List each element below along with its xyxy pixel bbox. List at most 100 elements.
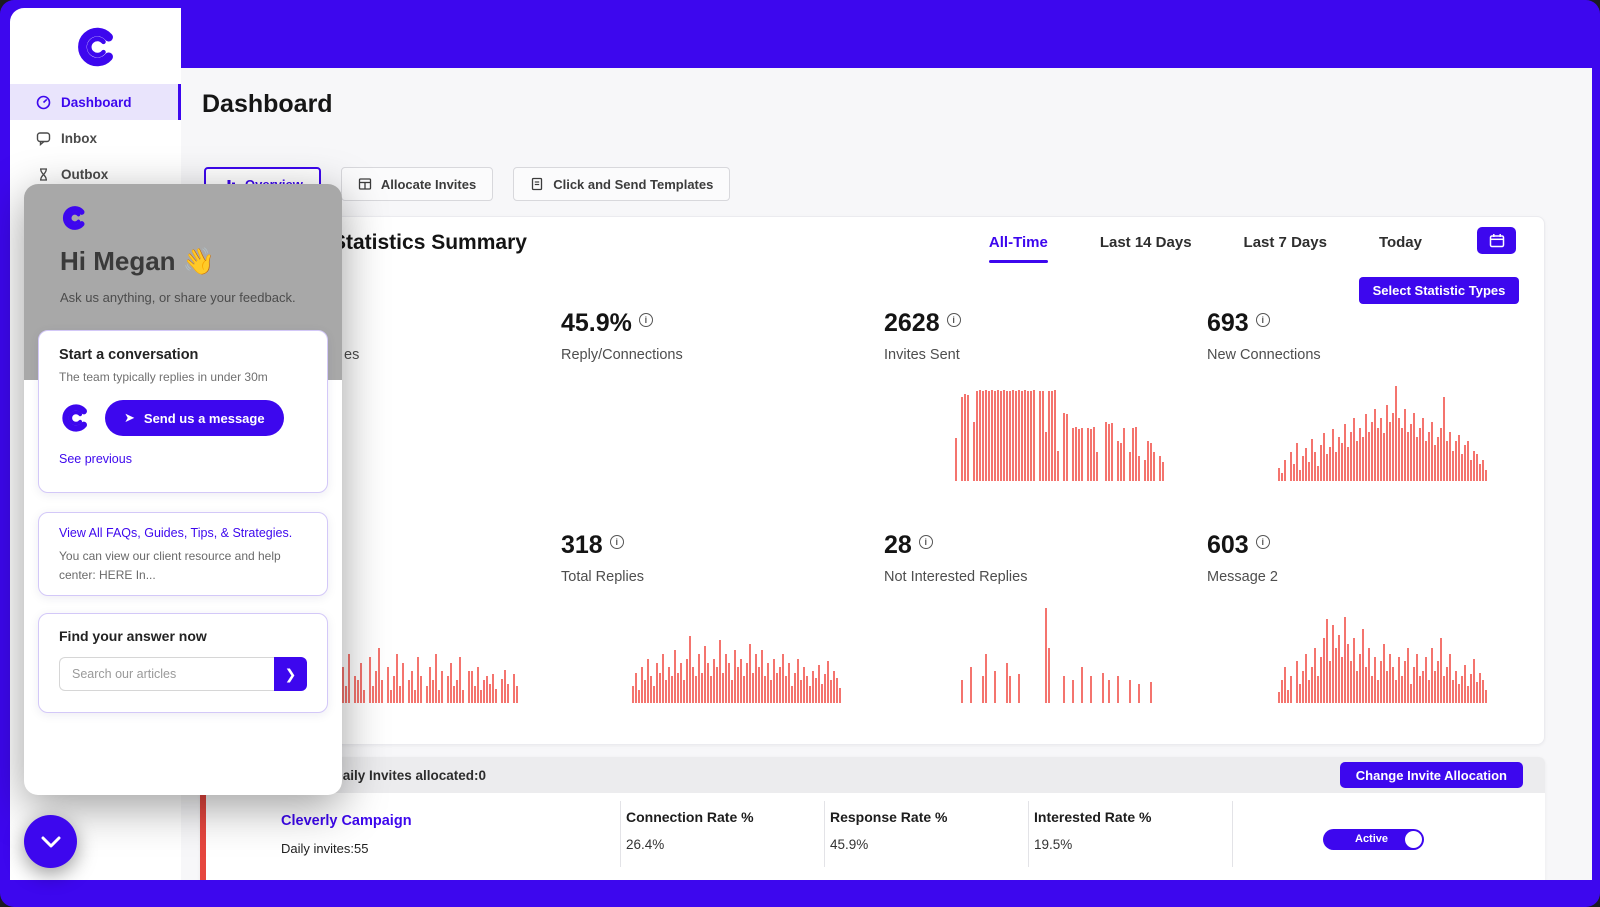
campaign-connection-rate: Connection Rate % 26.4% xyxy=(626,809,754,852)
info-icon[interactable]: i xyxy=(1256,535,1270,549)
info-icon[interactable]: i xyxy=(919,535,933,549)
document-icon xyxy=(530,177,544,191)
column-value: 26.4% xyxy=(626,837,754,852)
toggle-knob[interactable] xyxy=(1405,831,1422,848)
chat-bubble-icon xyxy=(36,131,51,146)
campaign-response-rate: Response Rate % 45.9% xyxy=(830,809,947,852)
conversation-card-title: Start a conversation xyxy=(59,347,307,363)
send-message-label: Send us a message xyxy=(144,411,265,426)
sparkline-chart xyxy=(955,386,1167,481)
sparkline-chart xyxy=(1278,386,1490,481)
column-divider xyxy=(824,801,825,867)
stat-cell: 2628i Invites Sent xyxy=(884,309,1167,481)
sidebar-item-label: Outbox xyxy=(61,167,108,182)
stat-label: es xyxy=(344,347,521,367)
paper-plane-icon: ➤ xyxy=(124,410,135,426)
sidebar-item-label: Dashboard xyxy=(61,95,132,110)
stat-value: 45.9%i xyxy=(561,309,844,339)
campaigns-section: Daily Invites allocated:0 Change Invite … xyxy=(200,757,1545,880)
search-articles-card: Find your answer now ❯ xyxy=(38,613,328,713)
cleverly-logo-icon xyxy=(73,24,119,70)
stat-label: Total Replies xyxy=(561,569,844,589)
view-faqs-link[interactable]: View All FAQs, Guides, Tips, & Strategie… xyxy=(59,526,307,540)
page-title: Dashboard xyxy=(202,90,333,119)
campaign-status-stripe xyxy=(200,793,206,880)
stat-cell: 45.9%i Reply/Connections xyxy=(561,309,844,367)
time-filter-last-7-days[interactable]: Last 7 Days xyxy=(1244,234,1327,263)
column-header: Connection Rate % xyxy=(626,809,754,825)
stat-value: 28i xyxy=(884,531,1167,561)
chat-minimize-button[interactable] xyxy=(24,815,77,868)
sidebar-item-label: Inbox xyxy=(61,131,97,146)
cleverly-logo xyxy=(10,8,181,84)
sidebar-nav: Dashboard Inbox Outbox xyxy=(10,84,181,192)
article-search-input[interactable] xyxy=(59,657,274,691)
calendar-icon xyxy=(1489,233,1505,248)
campaign-interested-rate: Interested Rate % 19.5% xyxy=(1034,809,1151,852)
chat-greeting: Hi Megan 👋 xyxy=(60,246,215,277)
time-filter-today[interactable]: Today xyxy=(1379,234,1422,263)
column-header: Response Rate % xyxy=(830,809,947,825)
search-card-title: Find your answer now xyxy=(59,628,307,644)
sidebar-item-inbox[interactable]: Inbox xyxy=(10,120,181,156)
info-icon[interactable]: i xyxy=(947,313,961,327)
invites-allocated-text: Daily Invites allocated:0 xyxy=(333,768,486,783)
chat-subtitle: Ask us anything, or share your feedback. xyxy=(60,290,296,305)
app-frame: Dashboard Inbox Outbox Dashboard xyxy=(0,0,1600,907)
stat-cell: 603i Message 2 xyxy=(1207,531,1490,703)
column-value: 45.9% xyxy=(830,837,947,852)
chevron-down-icon xyxy=(41,836,61,848)
sparkline-chart xyxy=(1278,608,1490,703)
invite-allocation-bar: Daily Invites allocated:0 Change Invite … xyxy=(200,757,1545,793)
tab-label: Click and Send Templates xyxy=(553,177,713,192)
stat-value: 603i xyxy=(1207,531,1490,561)
stat-value: 318i xyxy=(561,531,844,561)
stat-label: Reply/Connections xyxy=(561,347,844,367)
tab-label: Allocate Invites xyxy=(381,177,476,192)
stat-cell: 28i Not Interested Replies xyxy=(884,531,1167,703)
column-divider xyxy=(1028,801,1029,867)
column-header: Interested Rate % xyxy=(1034,809,1151,825)
column-divider xyxy=(1232,801,1233,867)
statistics-panel: Statistics Summary All-Time Last 14 Days… xyxy=(200,216,1545,745)
article-search-submit-button[interactable]: ❯ xyxy=(274,657,307,691)
send-message-button[interactable]: ➤ Send us a message xyxy=(105,400,284,436)
select-statistic-types-button[interactable]: Select Statistic Types xyxy=(1359,277,1519,304)
campaign-row: Cleverly Campaign Daily invites:55 Conne… xyxy=(200,793,1545,880)
time-filter-bar: All-Time Last 14 Days Last 7 Days Today xyxy=(989,234,1422,263)
info-icon[interactable]: i xyxy=(1256,313,1270,327)
tab-click-and-send-templates[interactable]: Click and Send Templates xyxy=(513,167,730,201)
dashboard-icon xyxy=(36,95,51,110)
stat-value: 2628i xyxy=(884,309,1167,339)
column-divider xyxy=(620,801,621,867)
info-icon[interactable]: i xyxy=(639,313,653,327)
stat-label: Not Interested Replies xyxy=(884,569,1167,589)
sparkline-chart xyxy=(955,608,1167,703)
tab-allocate-invites[interactable]: Allocate Invites xyxy=(341,167,493,201)
toggle-label: Active xyxy=(1355,833,1388,845)
main-content: Dashboard Overview Allocate Invites xyxy=(181,68,1592,880)
stat-label: New Connections xyxy=(1207,347,1490,367)
stat-cell: 318i Total Replies xyxy=(561,531,844,703)
cleverly-avatar xyxy=(59,402,91,434)
article-search-row: ❯ xyxy=(59,657,307,691)
cleverly-logo-small xyxy=(60,204,88,237)
campaign-name-link[interactable]: Cleverly Campaign xyxy=(281,813,412,829)
campaign-daily-invites: Daily invites:55 xyxy=(281,841,368,856)
column-value: 19.5% xyxy=(1034,837,1151,852)
time-filter-last-14-days[interactable]: Last 14 Days xyxy=(1100,234,1192,263)
hourglass-icon xyxy=(36,167,51,182)
change-invite-allocation-button[interactable]: Change Invite Allocation xyxy=(1340,762,1523,788)
faq-card: View All FAQs, Guides, Tips, & Strategie… xyxy=(38,512,328,596)
start-conversation-card: Start a conversation The team typically … xyxy=(38,330,328,493)
info-icon[interactable]: i xyxy=(610,535,624,549)
statistics-title: Statistics Summary xyxy=(332,231,527,255)
time-filter-all-time[interactable]: All-Time xyxy=(989,234,1048,263)
conversation-card-subtitle: The team typically replies in under 30m xyxy=(59,370,307,384)
sidebar-item-dashboard[interactable]: Dashboard xyxy=(10,84,181,120)
see-previous-link[interactable]: See previous xyxy=(59,452,307,466)
calendar-button[interactable] xyxy=(1477,227,1516,254)
campaign-active-toggle[interactable]: Active xyxy=(1323,829,1424,850)
sparkline-chart xyxy=(632,608,844,703)
stat-value: 693i xyxy=(1207,309,1490,339)
